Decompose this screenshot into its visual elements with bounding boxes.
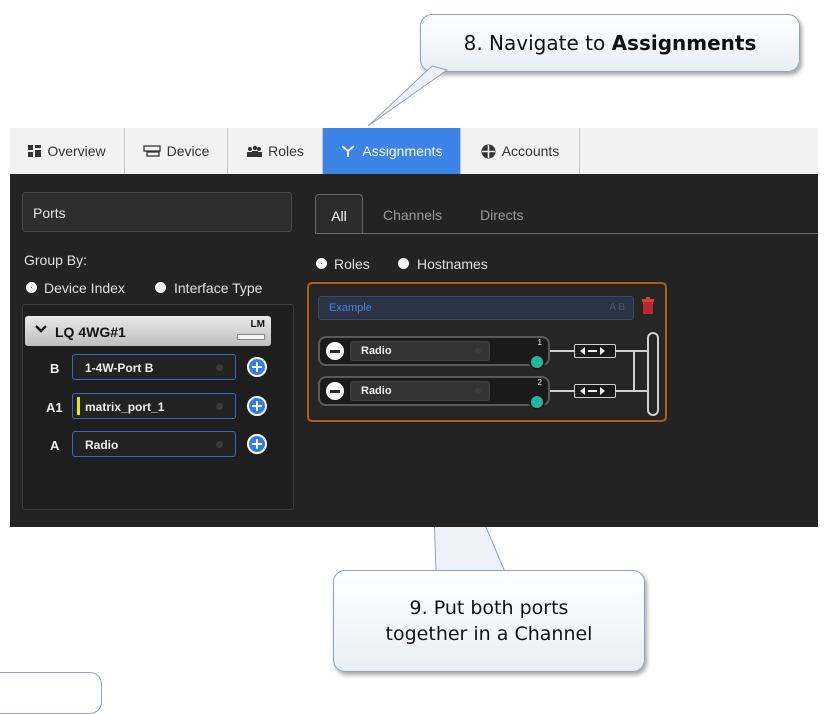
add-port-button[interactable] — [247, 434, 267, 454]
tab-roles[interactable]: Roles — [228, 128, 323, 174]
arrows-icon — [580, 347, 605, 355]
view-hostnames-label: Hostnames — [417, 256, 488, 272]
view-roles-radio[interactable] — [316, 258, 327, 269]
channel-bus — [647, 332, 659, 416]
talk-listen-toggle[interactable] — [574, 344, 616, 358]
remove-member-button[interactable] — [326, 382, 344, 400]
talk-listen-toggle[interactable] — [574, 384, 616, 398]
callout-step-9: 9. Put both ports together in a Channel — [333, 570, 645, 672]
connector-line — [550, 390, 574, 392]
port-name: matrix_port_1 — [85, 400, 165, 414]
group-by-label: Group By: — [24, 252, 88, 268]
channel-badges: A B — [609, 302, 625, 313]
level-meter — [237, 334, 265, 340]
tab-roles-label: Roles — [268, 143, 304, 159]
tab-device[interactable]: Device — [125, 128, 228, 174]
port-field[interactable]: Radio — [72, 431, 236, 457]
group-interface-type-label: Interface Type — [174, 280, 263, 296]
member-number: 2 — [537, 378, 542, 387]
subtab-channels-label: Channels — [383, 207, 443, 223]
callout-step-9-line-2: together in a Channel — [385, 623, 593, 645]
port-name: 1-4W-Port B — [85, 361, 154, 375]
member-field: Radio — [350, 381, 490, 401]
subtab-all[interactable]: All — [315, 194, 363, 234]
tab-assignments-label: Assignments — [362, 143, 443, 159]
channel-name: Example — [329, 302, 372, 314]
tab-assignments[interactable]: Assignments — [323, 128, 461, 174]
settings-icon[interactable] — [529, 394, 545, 410]
port-field[interactable]: matrix_port_1 — [72, 393, 236, 419]
subtab-directs[interactable]: Directs — [480, 194, 524, 234]
device-group-header[interactable]: LQ 4WG#1 LM — [25, 316, 271, 346]
device-name: LQ 4WG#1 — [55, 324, 126, 340]
member-number: 1 — [537, 338, 542, 347]
port-index: A — [50, 438, 60, 453]
channel-member[interactable]: Radio 2 — [318, 376, 550, 410]
assignments-view: Ports All Channels Directs Group By: Dev… — [10, 174, 818, 527]
users-icon — [247, 145, 263, 157]
subtab-directs-label: Directs — [480, 207, 524, 223]
member-field: Radio — [350, 341, 490, 361]
add-port-button[interactable] — [247, 396, 267, 416]
assignments-icon — [341, 145, 355, 157]
grid-icon — [28, 145, 42, 157]
chevron-down-icon — [35, 325, 47, 333]
subtab-channels[interactable]: Channels — [383, 194, 442, 234]
port-status-dot — [216, 403, 223, 410]
connector-line — [550, 350, 574, 352]
selected-marker — [77, 397, 80, 415]
port-index: A1 — [46, 400, 63, 415]
connector-line — [633, 350, 635, 392]
callout-step-8-prefix: 8. Navigate to — [463, 31, 612, 55]
member-status-dot — [475, 348, 481, 354]
connector-line — [616, 350, 647, 352]
port-status-dot — [216, 441, 223, 448]
tab-accounts[interactable]: Accounts — [461, 128, 580, 174]
callout-step-8-bold: Assignments — [611, 31, 757, 55]
port-index: B — [50, 361, 60, 376]
device-icon — [142, 145, 161, 157]
trash-icon[interactable] — [641, 297, 655, 315]
tab-device-label: Device — [166, 143, 210, 159]
main-tab-bar: Overview Device Roles Assignments Accoun… — [10, 128, 818, 175]
view-roles-label: Roles — [334, 256, 370, 272]
subtab-divider — [315, 233, 818, 234]
port-status-dot — [216, 364, 223, 371]
ports-title: Ports — [33, 205, 66, 221]
callout-step-9-line-1: 9. Put both ports — [409, 597, 569, 619]
member-name: Radio — [361, 385, 392, 397]
port-field[interactable]: 1-4W-Port B — [72, 354, 236, 380]
settings-icon[interactable] — [529, 354, 545, 370]
device-badge: LM — [250, 319, 265, 330]
ports-header: Ports — [22, 192, 292, 232]
tab-overview[interactable]: Overview — [10, 128, 125, 174]
callout-step-8: 8. Navigate to Assignments — [420, 14, 800, 72]
group-interface-type-radio[interactable] — [155, 282, 166, 293]
add-port-button[interactable] — [247, 357, 267, 377]
channel-name-field[interactable]: Example A B — [318, 296, 634, 320]
connector-line — [616, 390, 647, 392]
group-device-index-radio[interactable] — [26, 282, 37, 293]
partial-callout — [0, 672, 102, 714]
port-name: Radio — [85, 438, 119, 452]
tab-accounts-label: Accounts — [501, 143, 560, 159]
arrows-icon — [580, 387, 605, 395]
channel-member[interactable]: Radio 1 — [318, 336, 550, 370]
remove-member-button[interactable] — [326, 342, 344, 360]
subtab-all-label: All — [331, 208, 347, 224]
member-status-dot — [475, 388, 481, 394]
view-hostnames-radio[interactable] — [398, 258, 409, 269]
member-name: Radio — [361, 345, 392, 357]
accounts-icon — [481, 144, 496, 158]
group-device-index-label: Device Index — [44, 280, 125, 296]
tab-overview-label: Overview — [47, 143, 106, 159]
